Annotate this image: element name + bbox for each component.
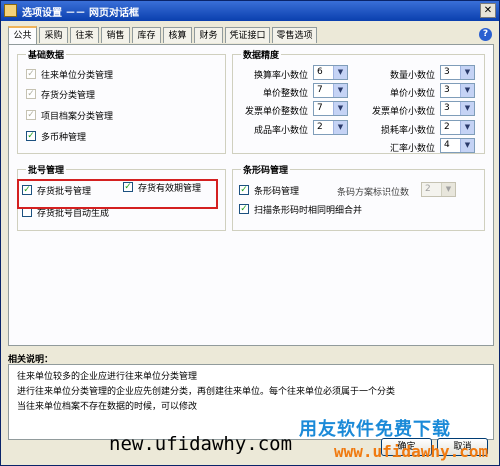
chevron-down-icon: ▼ [460, 139, 474, 152]
chevron-down-icon: ▼ [333, 102, 347, 115]
checkbox-label: 扫描条形码时相同明细合并 [254, 206, 363, 216]
close-button[interactable]: ✕ [480, 3, 496, 18]
precision-label: 损耗率小数位 [380, 126, 435, 136]
precision-label: 成品率小数位 [253, 126, 308, 136]
basic-data-group: 基础数据 ✓ 往来单位分类管理 ✓ 存货分类管理 ✓ 项目档案分类管理 ✓ 多币… [17, 48, 226, 154]
precision-group: 数据精度 换算率小数位 6 ▼ 单价整数位 7 ▼ 发票单价整数位 7 ▼ 成品率小数… [232, 48, 485, 154]
chevron-down-icon: ▼ [460, 84, 474, 97]
chevron-down-icon: ▼ [460, 102, 474, 115]
tab-accounting[interactable]: 核算 [163, 27, 192, 43]
tab-voucher-interface[interactable]: 凭证接口 [225, 27, 270, 43]
description-line: 进行往来单位分类管理的企业应先创建分类，再创建往来单位。每个往来单位必须属于一个… [17, 387, 396, 397]
precision-title: 数据精度 [241, 48, 282, 61]
watermark-url-alt: www.ufidawhy.com [334, 442, 489, 461]
invoice-price-integer-select[interactable]: 7 ▼ [313, 101, 348, 116]
check-icon: ✓ [26, 89, 36, 99]
watermark-brand: 用友软件免费下载 [299, 419, 451, 440]
scheme-digits-label: 条码方案标识位数 [337, 188, 410, 198]
invoice-price-decimals-select[interactable]: 3 ▼ [440, 101, 475, 116]
chevron-down-icon: ▼ [460, 66, 474, 79]
yield-rate-decimals-select[interactable]: 2 ▼ [313, 120, 348, 135]
check-icon: ✓ [26, 110, 36, 120]
help-icon[interactable]: ? [479, 28, 492, 41]
tab-contacts[interactable]: 往来 [70, 27, 99, 43]
chevron-down-icon: ▼ [333, 121, 347, 134]
chevron-down-icon: ▼ [333, 84, 347, 97]
checkbox-label: 条形码管理 [254, 187, 300, 197]
barcode-title: 条形码管理 [241, 163, 291, 176]
check-icon: ✓ [239, 185, 249, 195]
barcode-group: 条形码管理 ✓ 条形码管理 条码方案标识位数 2 ▼ ✓ 扫描条形码时相同明细合并 [232, 163, 485, 231]
watermark-url-main: new.ufidawhy.com [109, 433, 293, 455]
unit-price-decimals-select[interactable]: 3 ▼ [440, 83, 475, 98]
title-bar: 选项设置 －－ 网页对话框 ✕ [1, 1, 499, 21]
precision-label: 汇率小数位 [389, 144, 435, 154]
batch-title: 批号管理 [26, 163, 67, 176]
precision-label: 发票单价小数位 [371, 107, 435, 117]
dialog-icon [4, 4, 17, 17]
checkbox-label: 项目档案分类管理 [41, 112, 114, 122]
scheme-digits-select[interactable]: 2 ▼ [421, 182, 456, 197]
chevron-down-icon: ▼ [333, 66, 347, 79]
tab-common[interactable]: 公共 [8, 26, 37, 44]
tab-sales[interactable]: 销售 [101, 27, 130, 43]
check-icon: ✓ [26, 131, 36, 141]
precision-label: 数量小数位 [389, 71, 435, 81]
description-line: 当往来单位档案不存在数据的时候，可以修改 [17, 402, 198, 412]
check-icon: ✓ [239, 204, 249, 214]
tab-inventory[interactable]: 库存 [132, 27, 161, 43]
basic-data-title: 基础数据 [26, 48, 67, 61]
checkbox-label: 往来单位分类管理 [41, 71, 114, 81]
unit-price-integer-select[interactable]: 7 ▼ [313, 83, 348, 98]
precision-label: 发票单价整数位 [244, 107, 308, 117]
close-icon: ✕ [483, 5, 493, 16]
chevron-down-icon: ▼ [441, 183, 455, 196]
checkbox-label: 存货分类管理 [41, 91, 96, 101]
quantity-decimals-select[interactable]: 3 ▼ [440, 65, 475, 80]
check-icon: ✓ [26, 69, 36, 79]
options-dialog: 选项设置 －－ 网页对话框 ✕ 公共 采购 往来 销售 库存 核算 财务 凭证接… [0, 0, 500, 466]
tab-finance[interactable]: 财务 [194, 27, 223, 43]
description-line: 往来单位较多的企业应进行往来单位分类管理 [17, 372, 198, 382]
loss-rate-decimals-select[interactable]: 2 ▼ [440, 120, 475, 135]
tab-retail-options[interactable]: 零售选项 [272, 27, 317, 43]
conversion-rate-decimals-select[interactable]: 6 ▼ [313, 65, 348, 80]
exchange-rate-decimals-select[interactable]: 4 ▼ [440, 138, 475, 153]
window-title: 选项设置 －－ 网页对话框 [22, 8, 139, 19]
tab-purchase[interactable]: 采购 [39, 27, 68, 43]
chevron-down-icon: ▼ [460, 121, 474, 134]
precision-label: 换算率小数位 [253, 71, 308, 81]
tab-bar: 公共 采购 往来 销售 库存 核算 财务 凭证接口 零售选项 [8, 26, 478, 45]
precision-label: 单价整数位 [262, 89, 308, 99]
highlight-box [17, 179, 218, 209]
tab-panel-common: 基础数据 ✓ 往来单位分类管理 ✓ 存货分类管理 ✓ 项目档案分类管理 ✓ 多币… [8, 44, 494, 346]
checkbox-label: 多币种管理 [41, 133, 87, 143]
precision-label: 单价小数位 [389, 89, 435, 99]
